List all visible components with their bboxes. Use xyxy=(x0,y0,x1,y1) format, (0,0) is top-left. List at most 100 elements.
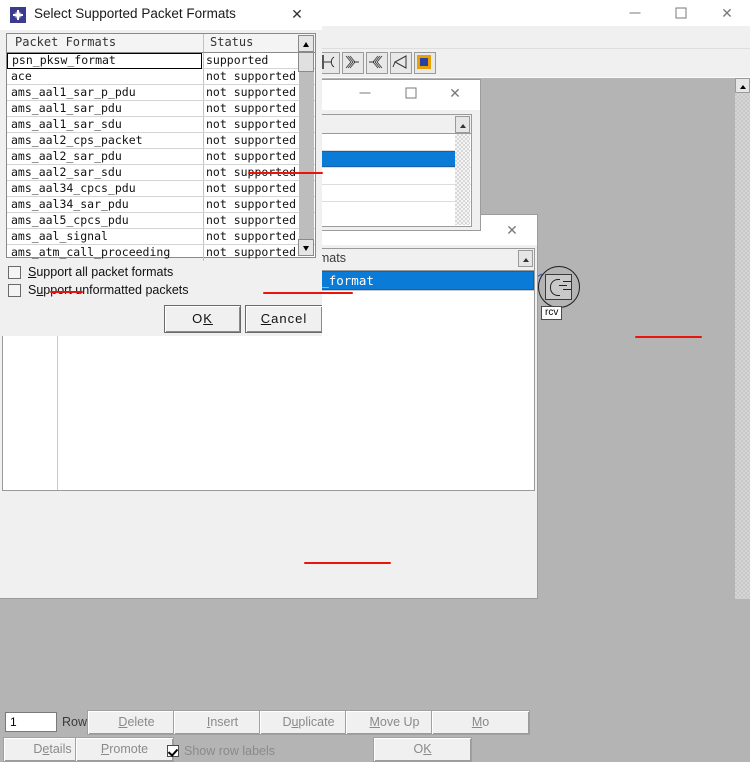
row-divider xyxy=(203,213,204,228)
move-down-button[interactable]: Mo xyxy=(431,710,530,735)
processor-icon[interactable] xyxy=(414,52,436,74)
packet-format-status: not supported xyxy=(206,213,297,227)
row-divider xyxy=(203,197,204,212)
list-item[interactable]: psn_pksw_format supported xyxy=(7,53,315,69)
packet-format-status: not supported xyxy=(206,101,297,115)
select-dialog-titlebar: Select Supported Packet Formats ✕ xyxy=(0,0,322,30)
row-divider xyxy=(203,229,204,244)
canvas-vertical-scrollbar[interactable] xyxy=(735,78,750,599)
rows-count-input[interactable]: 1 xyxy=(5,712,57,732)
node-rcv-label: rcv xyxy=(541,306,563,320)
packet-format-name: ams_aal1_sar_sdu xyxy=(11,117,122,131)
list-item[interactable]: ams_atm_call_proceeding not supported xyxy=(7,245,315,261)
annotation-underline-data-rate xyxy=(50,291,83,293)
row-divider xyxy=(203,181,204,196)
canvas-scroll-up-button[interactable] xyxy=(735,78,750,93)
packet-format-name: ams_atm_call_proceeding xyxy=(11,245,171,259)
rows-count-value: 1 xyxy=(10,715,17,729)
packet-format-status: supported xyxy=(206,53,269,67)
checkbox-show-row-labels[interactable] xyxy=(167,745,179,757)
packet-formats-header-row: Packet Formats Status xyxy=(7,34,315,53)
packet-format-name: ace xyxy=(11,69,32,83)
column-header-packet-formats: Packet Formats xyxy=(15,35,117,49)
channel-table-scroll-up-button[interactable] xyxy=(518,250,533,267)
list-item[interactable]: ams_aal34_sar_pdu not supported xyxy=(7,197,315,213)
select-packet-formats-dialog: Select Supported Packet Formats ✕ Packet… xyxy=(0,0,322,336)
maximize-button[interactable] xyxy=(658,0,704,26)
packet-format-name: ams_aal5_cpcs_pdu xyxy=(11,213,129,227)
row-divider xyxy=(203,85,204,100)
packet-formats-scrollbar[interactable] xyxy=(299,53,314,256)
list-item[interactable]: ams_aal2_cps_packet not supported xyxy=(7,133,315,149)
packet-format-status: not supported xyxy=(206,133,297,147)
packet-format-status: not supported xyxy=(206,149,297,163)
list-item[interactable]: ams_aal5_cpcs_pdu not supported xyxy=(7,213,315,229)
packet-format-status: not supported xyxy=(206,117,297,131)
receiver-icon[interactable] xyxy=(545,274,572,300)
annotation-underline-supported xyxy=(635,336,702,338)
packet-format-name: ams_aal2_sar_sdu xyxy=(11,165,122,179)
select-dialog-app-icon xyxy=(10,7,26,23)
annotation-underline-packet-format xyxy=(263,292,353,294)
annotation-underline-apply-to-selected xyxy=(304,562,391,564)
row-divider xyxy=(203,101,204,116)
packet-format-status: not supported xyxy=(206,85,297,99)
row-divider xyxy=(203,245,204,261)
select-header-divider xyxy=(203,34,204,52)
close-button[interactable]: ✕ xyxy=(704,0,750,26)
support-all-label: SSupport all packet formatsupport all pa… xyxy=(28,265,174,279)
packet-format-name: ams_aal2_cps_packet xyxy=(11,133,143,147)
row-divider xyxy=(203,117,204,132)
packet-format-status: not supported xyxy=(206,181,297,195)
column-header-status: Status xyxy=(210,35,254,49)
list-item[interactable]: ams_aal2_sar_pdu not supported xyxy=(7,149,315,165)
move-up-button[interactable]: Move Up xyxy=(345,710,444,735)
packet-format-name: ams_aal1_sar_pdu xyxy=(11,101,122,115)
antenna-icon[interactable] xyxy=(390,52,412,74)
promote-button[interactable]: Promote xyxy=(75,737,174,762)
packet-format-status: not supported xyxy=(206,229,297,243)
packet-format-name: ams_aal1_sar_p_pdu xyxy=(11,85,136,99)
select-dialog-title: Select Supported Packet Formats xyxy=(34,6,236,21)
packet-format-status: not supported xyxy=(206,197,297,211)
select-cancel-button[interactable]: Cancel xyxy=(245,305,322,333)
list-item[interactable]: ams_aal1_sar_p_pdu not supported xyxy=(7,85,315,101)
scrollbar-thumb[interactable] xyxy=(298,52,314,72)
radio-rx-icon[interactable] xyxy=(342,52,364,74)
list-item[interactable]: ams_aal34_cpcs_pdu not supported xyxy=(7,181,315,197)
checkbox-support-all-packet-formats[interactable] xyxy=(8,266,21,279)
list-item[interactable]: ams_aal1_sar_sdu not supported xyxy=(7,117,315,133)
duplicate-button[interactable]: Duplicate xyxy=(259,710,358,735)
insert-button[interactable]: Insert xyxy=(173,710,272,735)
channel-ok-button[interactable]: OK xyxy=(373,737,472,762)
attributes-scroll-up-button[interactable] xyxy=(455,116,470,133)
select-ok-button[interactable]: OK xyxy=(164,305,241,333)
scroll-down-button[interactable] xyxy=(298,239,314,256)
select-dialog-close-button[interactable]: ✕ xyxy=(274,1,320,27)
packet-format-status: not supported xyxy=(206,69,297,83)
attributes-close-button[interactable]: ✕ xyxy=(432,80,478,106)
attributes-vertical-scrollbar[interactable] xyxy=(455,134,470,225)
radio-tx-icon[interactable] xyxy=(366,52,388,74)
packet-format-status: not supported xyxy=(206,245,297,259)
attributes-minimize-button[interactable] xyxy=(342,80,388,106)
delete-button[interactable]: DDeleteelete xyxy=(87,710,186,735)
packet-format-name: ams_aal34_cpcs_pdu xyxy=(11,181,136,195)
annotation-underline-channel-value xyxy=(248,172,323,174)
row-divider xyxy=(203,53,204,68)
scroll-up-button[interactable] xyxy=(298,35,314,52)
row-divider xyxy=(203,165,204,180)
list-item[interactable]: ams_aal_signal not supported xyxy=(7,229,315,245)
list-item[interactable]: ace not supported xyxy=(7,69,315,85)
packet-format-name: psn_pksw_format xyxy=(7,53,202,69)
list-item[interactable]: ams_aal1_sar_pdu not supported xyxy=(7,101,315,117)
packet-format-name: ams_aal34_sar_pdu xyxy=(11,197,129,211)
packet-format-name: ams_aal_signal xyxy=(11,229,108,243)
minimize-button[interactable] xyxy=(612,0,658,26)
packet-formats-grid[interactable]: Packet Formats Status psn_pksw_format su… xyxy=(6,33,316,261)
checkbox-support-unformatted-packets[interactable] xyxy=(8,284,21,297)
select-dialog-body: Packet Formats Status psn_pksw_format su… xyxy=(0,30,322,336)
row-divider xyxy=(203,133,204,148)
attributes-maximize-button[interactable] xyxy=(388,80,434,106)
channel-table-close-button[interactable]: ✕ xyxy=(489,217,535,243)
